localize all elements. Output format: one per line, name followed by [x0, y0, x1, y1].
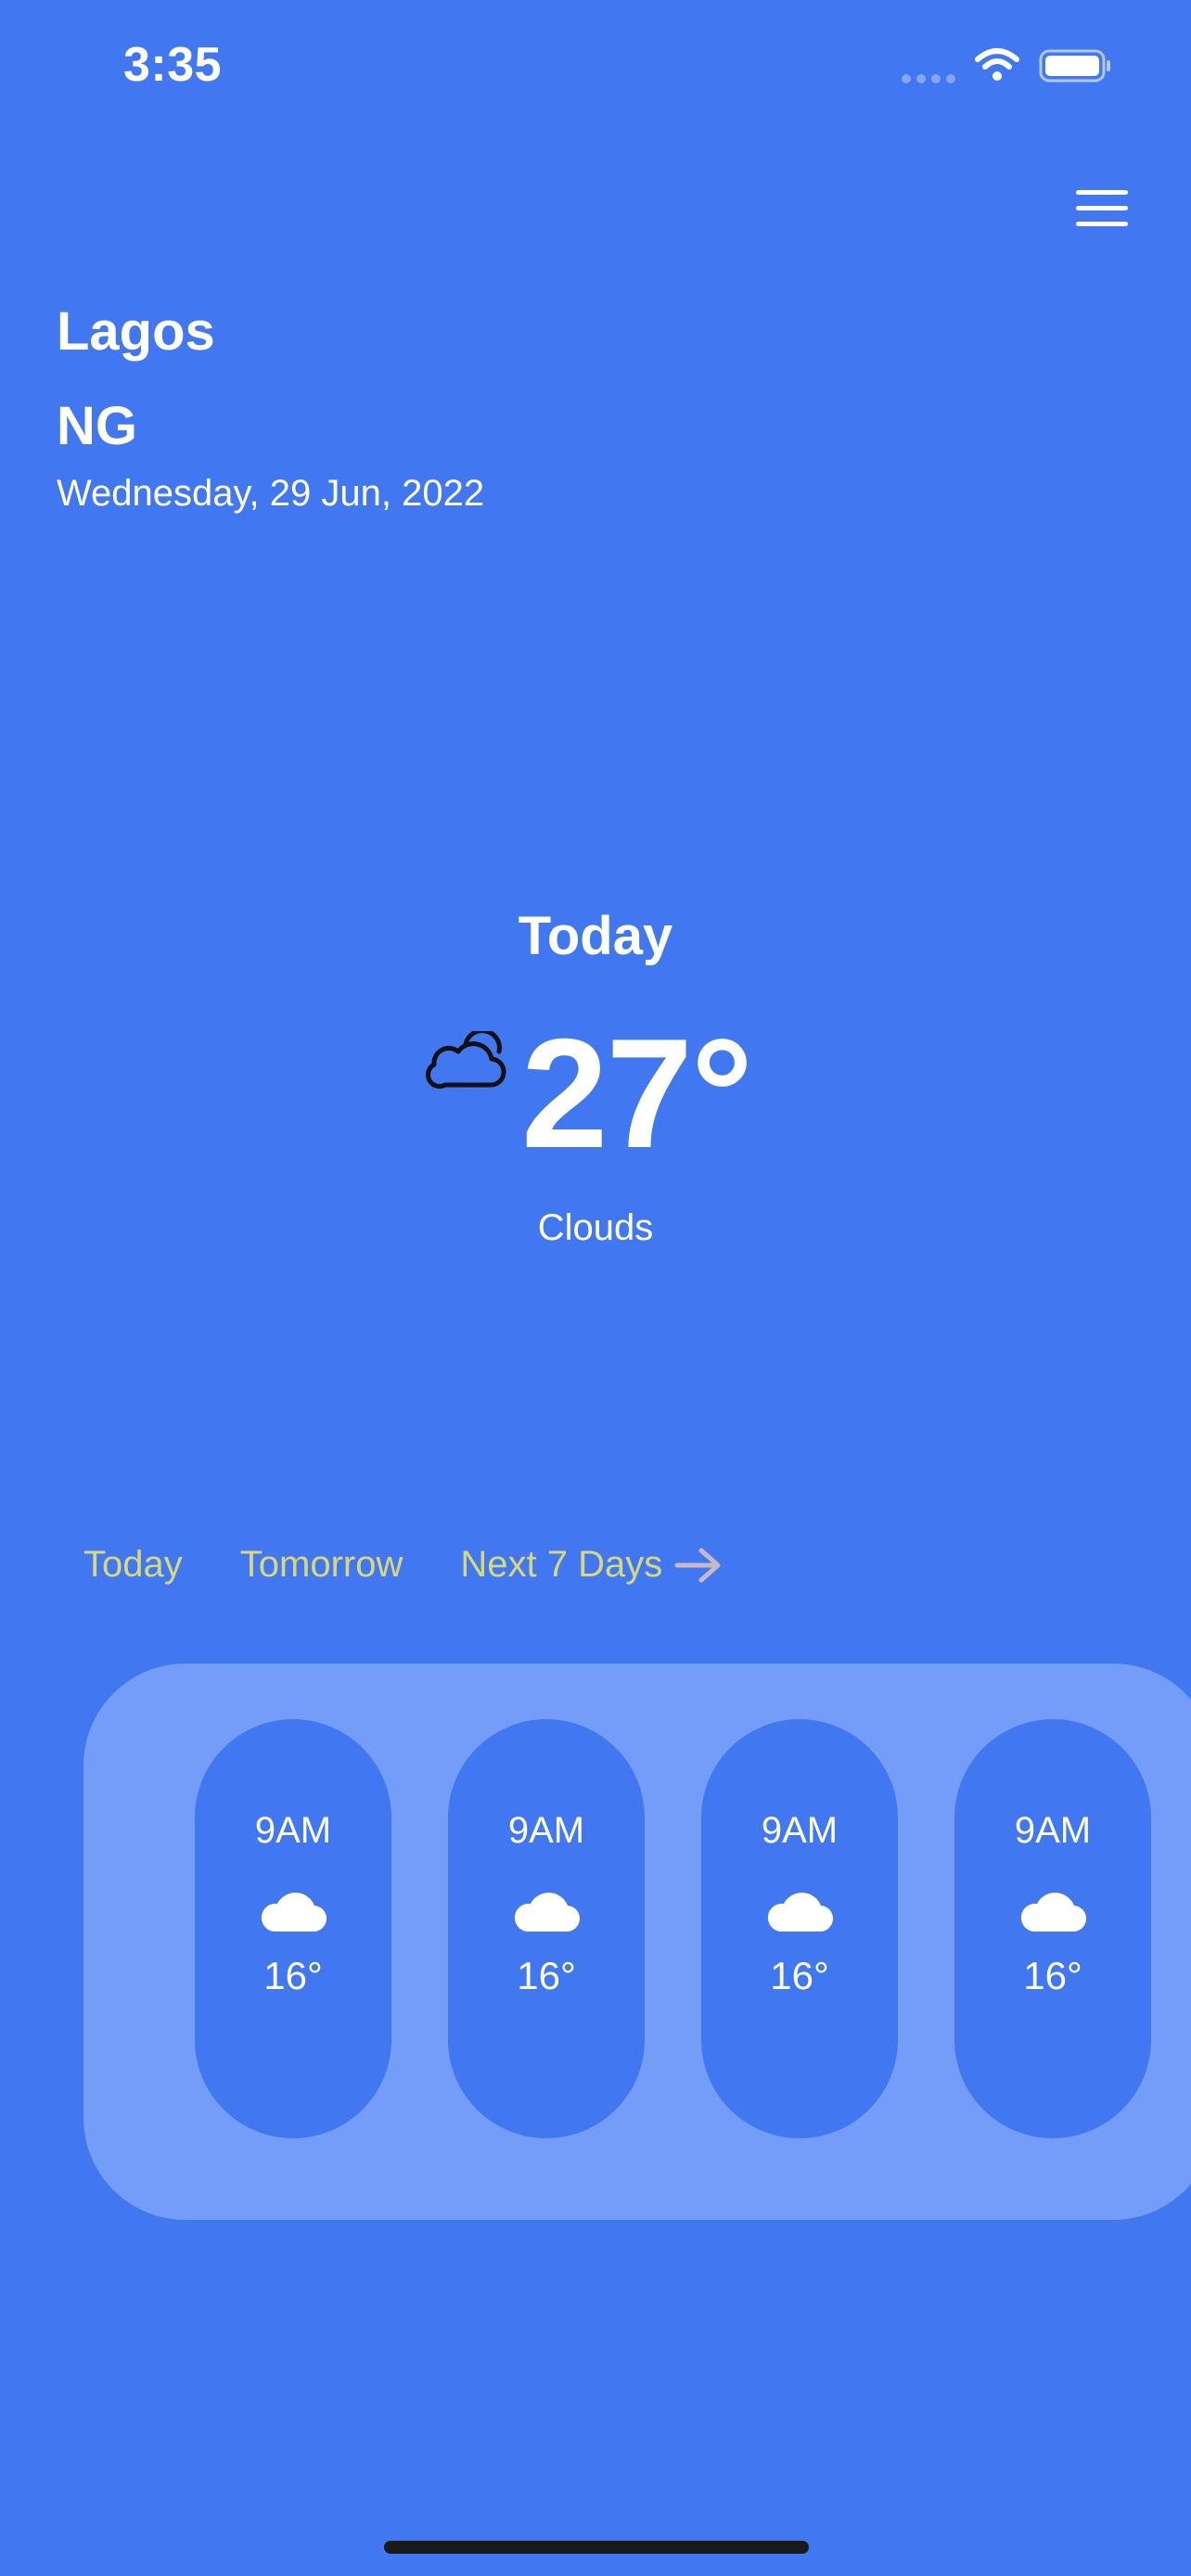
cloud-icon: [514, 1893, 581, 1932]
menu-icon[interactable]: [1076, 190, 1128, 227]
current-date: Wednesday, 29 Jun, 2022: [57, 473, 485, 514]
home-indicator[interactable]: [384, 2541, 809, 2554]
hour-label: 9AM: [1014, 1810, 1092, 1851]
hour-temperature: 16°: [517, 1954, 576, 1997]
hourly-card[interactable]: 9AM 16°: [448, 1719, 645, 2138]
tab-tomorrow[interactable]: Tomorrow: [240, 1544, 403, 1586]
hour-temperature: 16°: [1023, 1954, 1082, 1997]
cloud-icon: [1020, 1893, 1087, 1932]
hourly-card[interactable]: 9AM 16°: [195, 1719, 391, 2138]
weather-condition: Clouds: [537, 1207, 654, 1248]
hour-temperature: 16°: [263, 1954, 323, 1997]
cloud-outline-icon: [425, 1031, 506, 1089]
today-title: Today: [518, 906, 673, 966]
hour-label: 9AM: [507, 1810, 585, 1851]
country-code: NG: [57, 396, 137, 456]
hour-temperature: 16°: [770, 1954, 829, 1997]
status-time: 3:35: [123, 38, 223, 92]
cloud-icon: [261, 1893, 327, 1932]
forecast-tabs: Today Tomorrow Next 7 Days: [83, 1544, 724, 1586]
hour-label: 9AM: [761, 1810, 839, 1851]
hourly-card[interactable]: 9AM 16°: [701, 1719, 898, 2138]
signal-icon: [902, 74, 957, 85]
tab-today[interactable]: Today: [83, 1544, 183, 1586]
tab-next-7-days[interactable]: Next 7 Days: [460, 1544, 662, 1586]
hourly-card[interactable]: 9AM 16°: [954, 1719, 1151, 2138]
battery-icon: [1039, 49, 1110, 83]
arrow-right-icon[interactable]: [673, 1547, 724, 1584]
city-name: Lagos: [57, 301, 215, 362]
wifi-icon: [975, 48, 1019, 81]
hour-label: 9AM: [254, 1810, 332, 1851]
cloud-icon: [767, 1893, 834, 1932]
hourly-forecast-panel[interactable]: 9AM 16° 9AM 16° 9AM 16° 9AM 16°: [83, 1664, 1191, 2220]
current-temperature: 27°: [521, 1006, 753, 1180]
